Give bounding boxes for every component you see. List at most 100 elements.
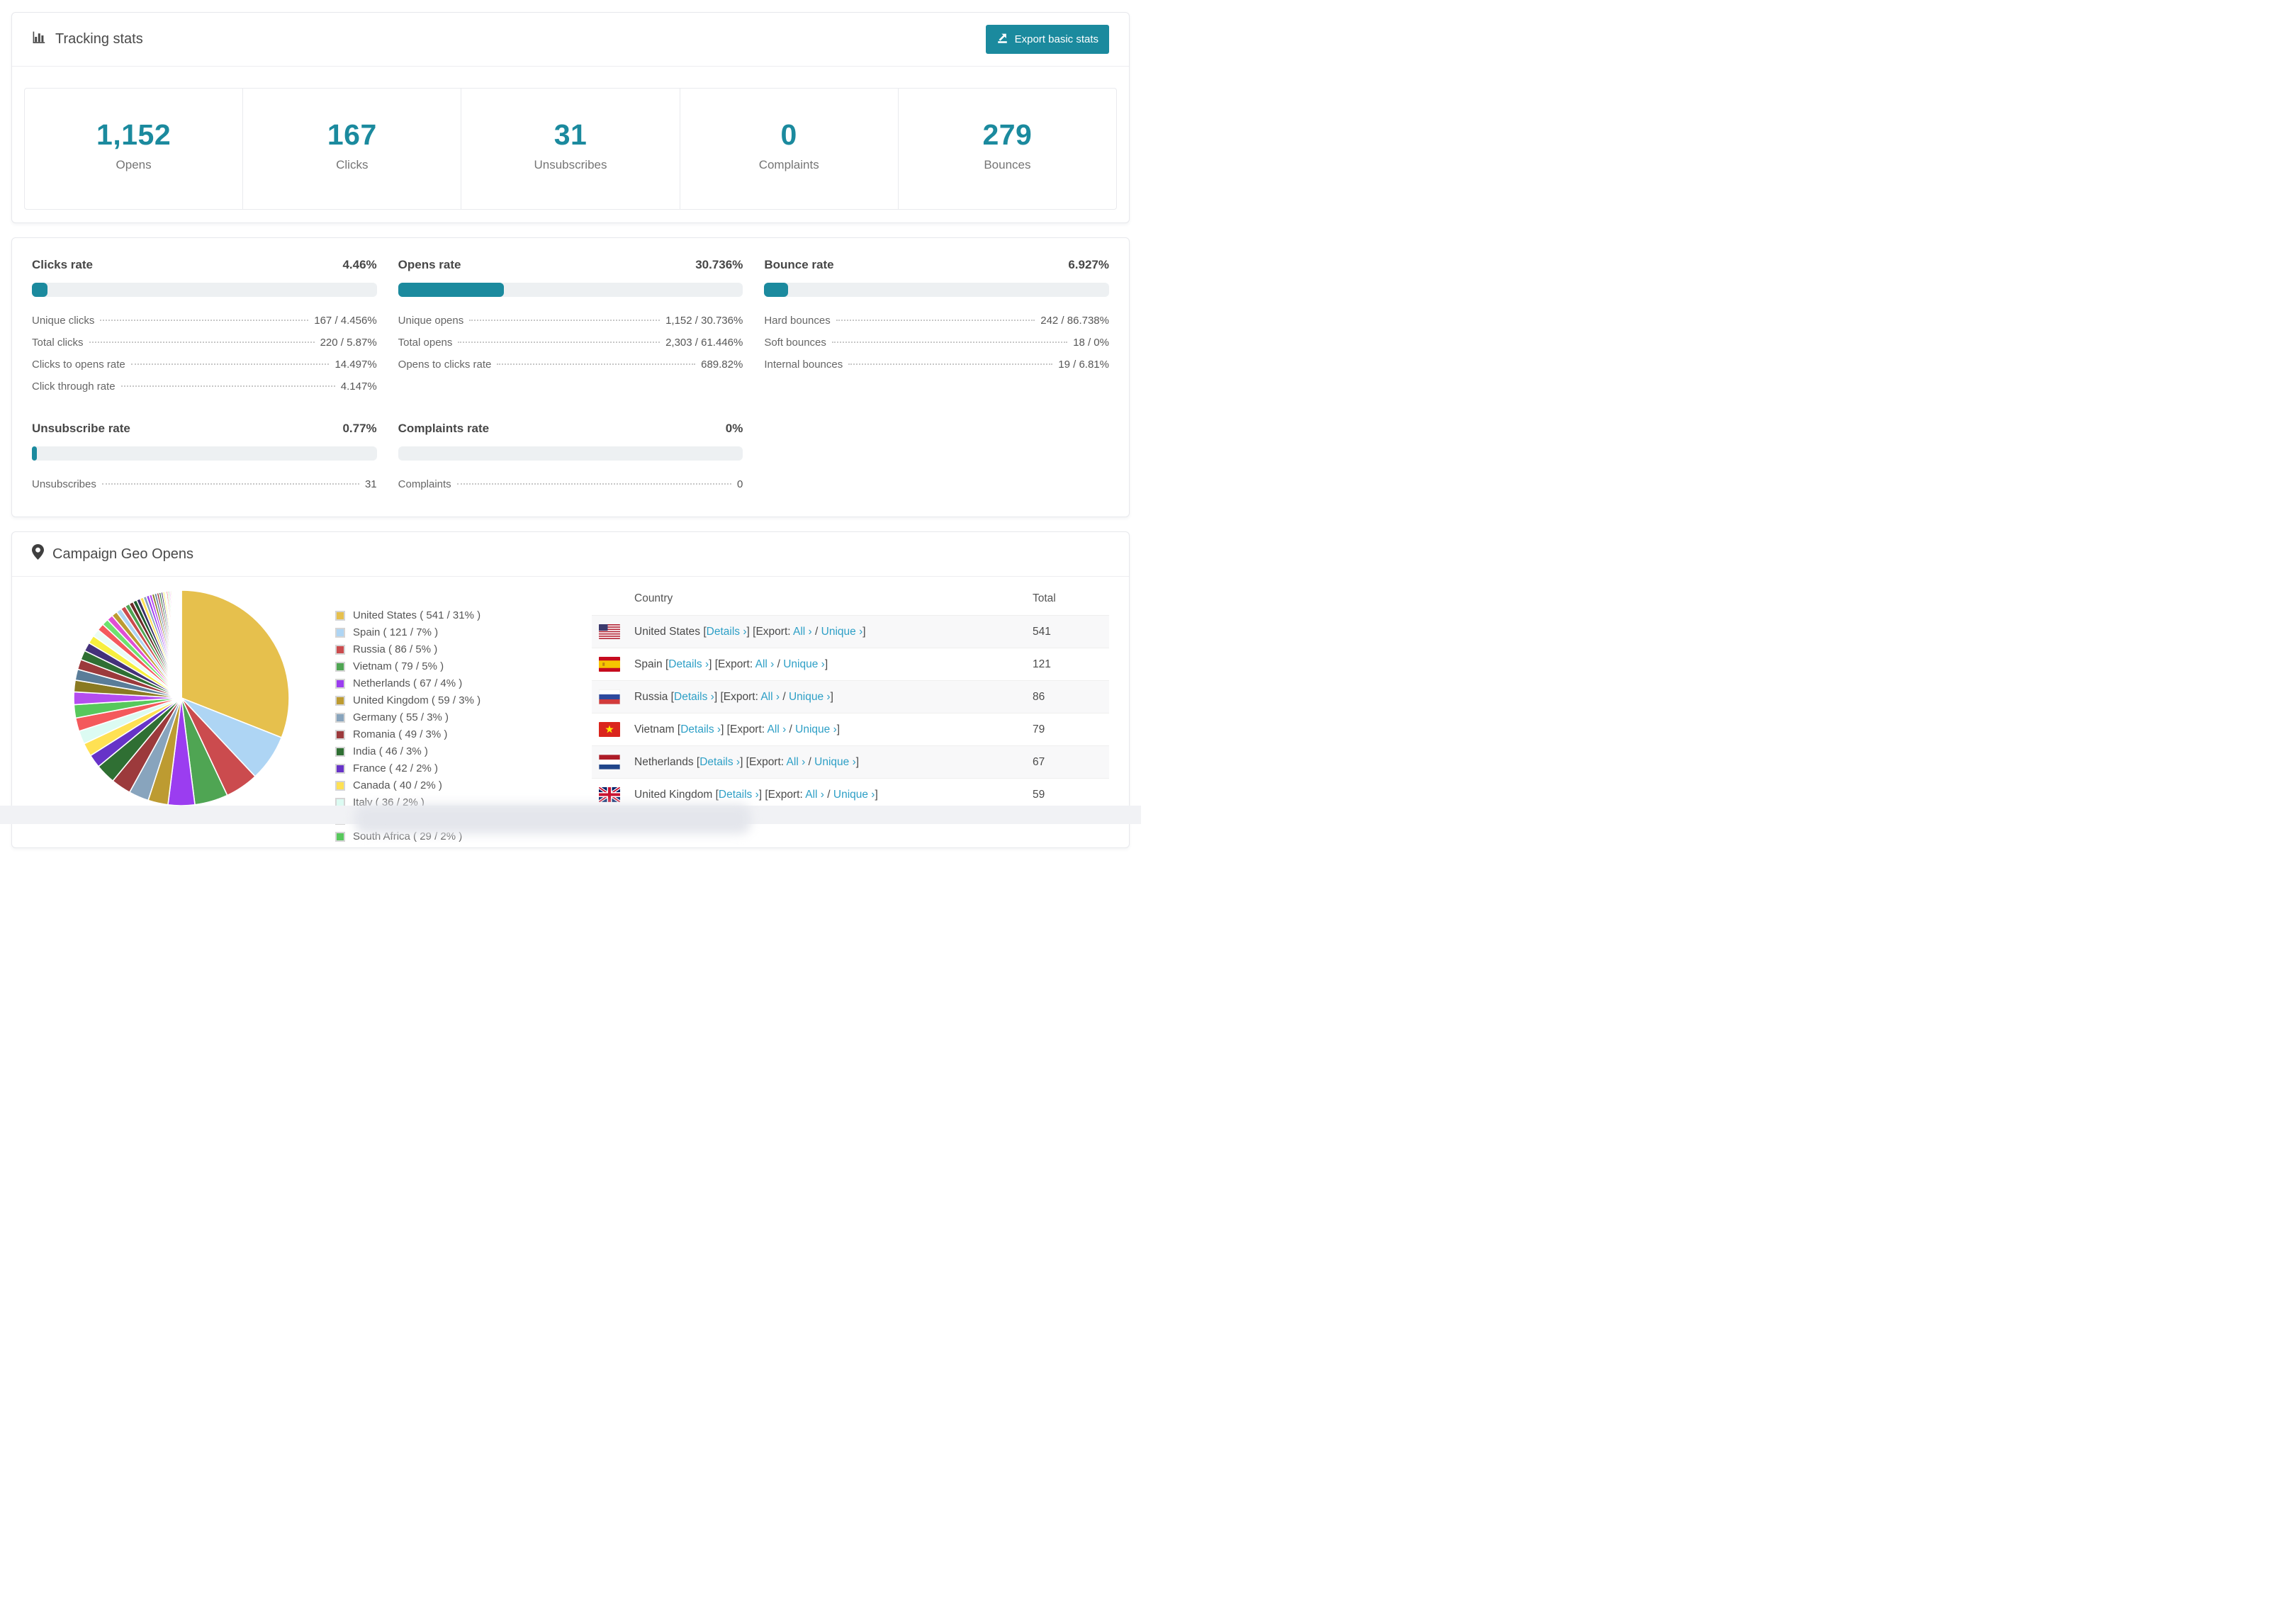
export-all-link[interactable]: All › <box>805 789 824 801</box>
country-column-header: Country <box>634 592 673 604</box>
rate-progress-fill <box>398 283 505 297</box>
legend-label: Romania ( 49 / 3% ) <box>353 728 448 740</box>
country-name: Spain [ <box>634 658 669 670</box>
rate-head: Bounce rate 6.927% <box>764 258 1109 272</box>
export-all-link[interactable]: All › <box>787 756 806 768</box>
export-label: ] [Export: <box>758 788 806 801</box>
rate-block-opens: Opens rate 30.736% Unique opens 1,152 / 30.… <box>398 258 743 397</box>
es-flag-icon <box>592 648 627 681</box>
rate-detail-value: 19 / 6.81% <box>1058 359 1109 371</box>
legend-item: France ( 42 / 2% ) <box>335 762 521 774</box>
details-link[interactable]: Details › <box>668 658 709 670</box>
rate-detail-value: 2,303 / 61.446% <box>665 337 743 349</box>
rate-detail-label: Total clicks <box>32 337 84 349</box>
total-value: 86 <box>1025 680 1109 714</box>
dotted-leader <box>458 342 661 343</box>
rate-head: Clicks rate 4.46% <box>32 258 377 272</box>
geo-title: Campaign Geo Opens <box>52 546 194 562</box>
slash-separator: / <box>780 690 789 703</box>
close-bracket: ] <box>875 788 878 801</box>
legend-item: Spain ( 121 / 7% ) <box>335 626 521 638</box>
export-basic-stats-button[interactable]: Export basic stats <box>985 25 1109 54</box>
export-label: ] [Export: <box>721 723 768 735</box>
rate-title: Unsubscribe rate <box>32 422 130 435</box>
stat-box: 167 Clicks <box>242 88 462 210</box>
vn-flag-icon <box>592 713 627 746</box>
stat-box: 31 Unsubscribes <box>461 88 680 210</box>
dotted-leader <box>89 342 315 343</box>
geo-table: Country Total United States [Details ›] … <box>592 580 1109 823</box>
stat-value: 167 <box>327 118 377 151</box>
export-unique-link[interactable]: Unique › <box>814 756 856 768</box>
geo-title-row: Campaign Geo Opens <box>32 544 193 564</box>
dotted-leader <box>120 385 335 387</box>
export-all-link[interactable]: All › <box>755 658 775 670</box>
legend-swatch <box>335 644 345 655</box>
legend-swatch <box>335 712 345 723</box>
export-unique-link[interactable]: Unique › <box>833 789 875 801</box>
details-link[interactable]: Details › <box>680 723 721 735</box>
rate-head: Complaints rate 0% <box>398 422 743 436</box>
rate-detail-value: 0 <box>736 478 743 490</box>
export-label: ] [Export: <box>714 690 761 703</box>
export-all-link[interactable]: All › <box>760 691 780 703</box>
export-all-link[interactable]: All › <box>793 626 812 638</box>
rate-detail-value: 14.497% <box>335 359 377 371</box>
export-unique-link[interactable]: Unique › <box>783 658 825 670</box>
rate-detail-label: Total opens <box>398 337 453 349</box>
rate-title: Bounce rate <box>764 258 834 271</box>
stat-value: 31 <box>553 118 588 151</box>
export-unique-link[interactable]: Unique › <box>789 691 831 703</box>
country-name: Vietnam [ <box>634 723 681 735</box>
rate-detail-row: Unique clicks 167 / 4.456% <box>32 310 377 332</box>
bottom-strip <box>0 804 1141 834</box>
map-pin-icon <box>32 544 44 564</box>
rate-percentage: 0.77% <box>342 422 377 435</box>
flag-column-header <box>592 580 627 616</box>
rate-detail-value: 1,152 / 30.736% <box>665 315 743 327</box>
rate-title: Opens rate <box>398 258 461 271</box>
details-link[interactable]: Details › <box>674 691 714 703</box>
rate-detail-value: 4.147% <box>340 380 377 393</box>
dotted-leader <box>848 363 1053 365</box>
rate-detail-label: Unique clicks <box>32 315 95 327</box>
rate-progress-bar <box>32 446 377 461</box>
rate-detail-label: Click through rate <box>32 380 116 393</box>
total-value: 67 <box>1025 745 1109 779</box>
table-row-vn: Vietnam [Details ›] [Export: All › / Uni… <box>592 713 1109 746</box>
legend-swatch <box>335 729 345 740</box>
country-cell: Vietnam [Details ›] [Export: All › / Uni… <box>627 713 1025 746</box>
export-label: ] [Export: <box>709 658 755 670</box>
tracking-stats-title-row: Tracking stats <box>32 30 143 49</box>
details-link[interactable]: Details › <box>707 626 747 638</box>
total-value: 79 <box>1025 713 1109 746</box>
rate-percentage: 4.46% <box>342 258 377 271</box>
rate-progress-bar <box>398 283 743 297</box>
stat-box: 279 Bounces <box>897 88 1118 210</box>
export-all-link[interactable]: All › <box>768 723 787 735</box>
export-unique-link[interactable]: Unique › <box>795 723 837 735</box>
details-link[interactable]: Details › <box>719 789 759 801</box>
legend-item: Russia ( 86 / 5% ) <box>335 643 521 655</box>
legend-swatch <box>335 831 345 842</box>
pie-svg <box>73 590 290 806</box>
rate-head: Unsubscribe rate 0.77% <box>32 422 377 436</box>
legend-item: Canada ( 40 / 2% ) <box>335 779 521 791</box>
export-unique-link[interactable]: Unique › <box>821 626 863 638</box>
details-link[interactable]: Details › <box>699 756 740 768</box>
dotted-leader <box>836 320 1035 321</box>
rate-title: Complaints rate <box>398 422 490 435</box>
rate-detail-value: 689.82% <box>701 359 743 371</box>
rate-detail-row: Complaints 0 <box>398 473 743 495</box>
close-bracket: ] <box>855 755 860 768</box>
total-value: 541 <box>1025 615 1109 648</box>
rate-progress-fill <box>764 283 789 297</box>
rate-head: Opens rate 30.736% <box>398 258 743 272</box>
country-name: Russia [ <box>634 690 674 703</box>
rate-detail-value: 220 / 5.87% <box>320 337 377 349</box>
country-cell: United States [Details ›] [Export: All ›… <box>627 615 1025 648</box>
stat-value: 0 <box>780 118 797 151</box>
stat-label: Unsubscribes <box>534 158 607 171</box>
table-row-es: Spain [Details ›] [Export: All › / Uniqu… <box>592 648 1109 681</box>
total-column-header: Total <box>1033 592 1056 604</box>
